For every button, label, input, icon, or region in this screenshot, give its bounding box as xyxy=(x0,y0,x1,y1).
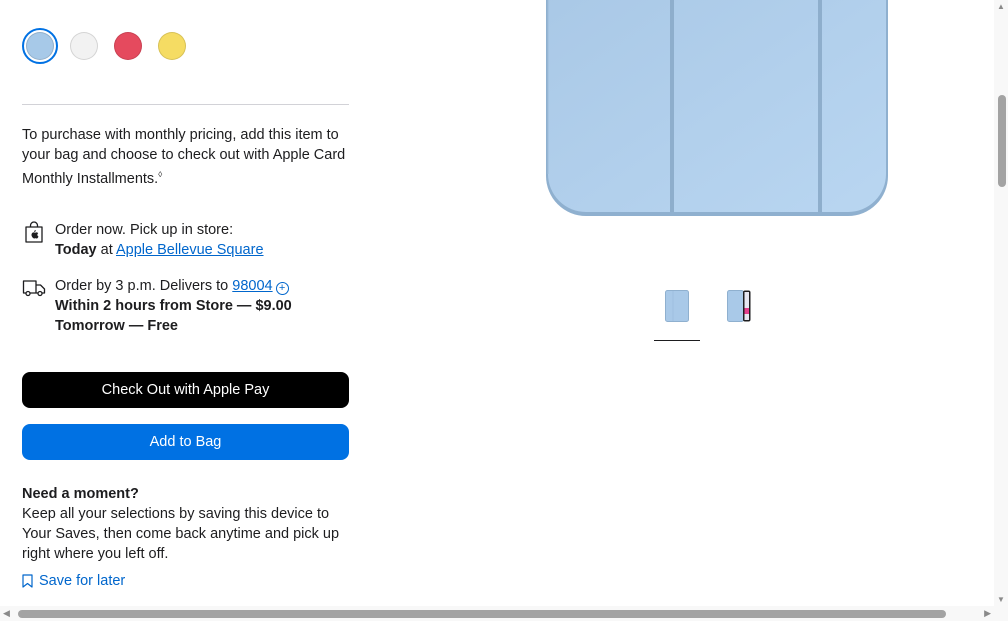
horizontal-scroll-thumb[interactable] xyxy=(18,610,946,618)
pickup-at: at xyxy=(96,242,116,258)
thumbnail-front[interactable] xyxy=(654,290,700,342)
monthly-pricing-info: To purchase with monthly pricing, add th… xyxy=(22,125,349,189)
product-image xyxy=(546,0,888,216)
store-link[interactable]: Apple Bellevue Square xyxy=(116,242,264,258)
delivery-option-standard: Tomorrow — Free xyxy=(55,318,178,334)
pickup-info: Order now. Pick up in store: Today at Ap… xyxy=(22,220,349,260)
footnote-mark: ◊ xyxy=(158,170,163,179)
scroll-left-icon[interactable]: ◀ xyxy=(3,608,10,619)
monthly-pricing-text: To purchase with monthly pricing, add th… xyxy=(22,127,346,187)
thumbnail-side-image xyxy=(727,290,751,322)
swatch-red[interactable] xyxy=(110,28,146,64)
color-swatches xyxy=(22,28,198,64)
swatch-red-dot xyxy=(114,32,142,60)
scroll-up-icon[interactable]: ▲ xyxy=(997,2,1005,11)
bookmark-icon xyxy=(22,574,33,588)
swatch-white-dot xyxy=(70,32,98,60)
swatch-yellow-dot xyxy=(158,32,186,60)
pickup-line1: Order now. Pick up in store: xyxy=(55,222,234,238)
plus-circle-icon[interactable]: + xyxy=(275,282,289,295)
scroll-down-icon[interactable]: ▼ xyxy=(997,595,1005,604)
apple-bag-icon xyxy=(25,221,43,243)
truck-icon xyxy=(22,280,46,297)
pickup-day: Today xyxy=(55,242,97,258)
delivery-option-express: Within 2 hours from Store — $9.00 xyxy=(55,298,292,314)
thumbnail-side[interactable] xyxy=(716,290,762,342)
add-to-bag-button[interactable]: Add to Bag xyxy=(22,424,349,460)
vertical-scrollbar[interactable]: ▲ ▼ xyxy=(994,0,1008,606)
save-for-later-link[interactable]: Save for later xyxy=(22,573,125,589)
save-for-later-section: Need a moment? Keep all your selections … xyxy=(22,484,349,564)
delivery-text: Order by 3 p.m. Delivers to 98004 + Withi… xyxy=(55,276,292,336)
swatch-white[interactable] xyxy=(66,28,102,64)
swatch-sky-blue[interactable] xyxy=(22,28,58,64)
moment-title: Need a moment? xyxy=(22,486,139,502)
delivery-info: Order by 3 p.m. Delivers to 98004 + Withi… xyxy=(22,276,349,336)
swatch-yellow[interactable] xyxy=(154,28,190,64)
delivery-line1: Order by 3 p.m. Delivers to 98004 + xyxy=(55,276,292,296)
product-thumbnails xyxy=(654,290,778,342)
vertical-scroll-thumb[interactable] xyxy=(998,95,1006,187)
apple-pay-checkout-button[interactable]: Check Out with Apple Pay xyxy=(22,372,349,408)
horizontal-scrollbar[interactable]: ◀ ▶ xyxy=(0,606,1008,621)
zip-link[interactable]: 98004 xyxy=(232,278,272,294)
moment-body: Keep all your selections by saving this … xyxy=(22,506,340,562)
save-for-later-label: Save for later xyxy=(39,573,126,589)
thumbnail-front-image xyxy=(665,290,689,322)
scroll-right-icon[interactable]: ▶ xyxy=(984,608,991,619)
pickup-text: Order now. Pick up in store: Today at Ap… xyxy=(55,220,264,260)
pickup-line2: Today at Apple Bellevue Square xyxy=(55,240,264,260)
divider xyxy=(22,104,349,105)
delivery-prefix: Order by 3 p.m. Delivers to xyxy=(55,278,233,294)
swatch-sky-blue-dot xyxy=(26,32,54,60)
